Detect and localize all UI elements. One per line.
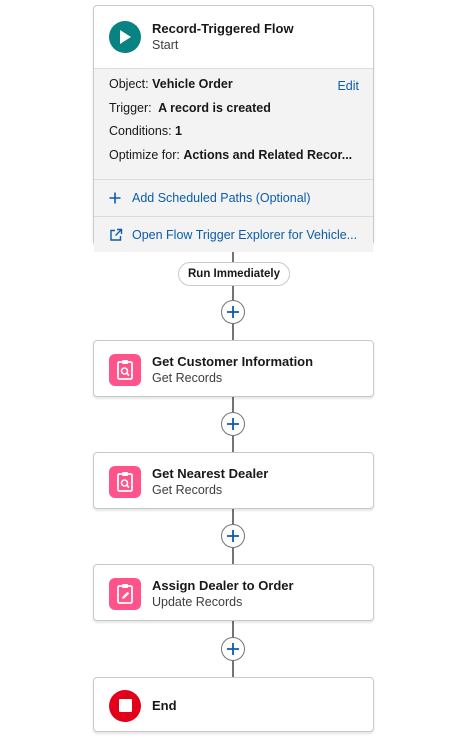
add-element-button[interactable] (221, 637, 245, 661)
end-element-card[interactable]: End (93, 677, 374, 732)
update-records-icon (109, 577, 141, 610)
add-element-button[interactable] (221, 300, 245, 324)
trigger-row: Trigger: A record is created (94, 97, 359, 121)
plus-icon (109, 192, 125, 204)
element-type: Update Records (152, 594, 243, 609)
start-details: Object: Vehicle Order Trigger: A record … (94, 69, 373, 179)
optimize-row: Optimize for: Actions and Related Recor.… (94, 144, 359, 168)
end-title: End (152, 698, 177, 713)
get-records-icon (109, 465, 141, 498)
start-element-header[interactable]: Record-Triggered Flow Start (94, 6, 373, 68)
plus-icon (227, 306, 239, 318)
plus-icon (227, 530, 239, 542)
open-trigger-explorer-link[interactable]: Open Flow Trigger Explorer for Vehicle..… (94, 217, 373, 252)
open-trigger-explorer-label: Open Flow Trigger Explorer for Vehicle..… (132, 227, 358, 242)
element-type: Get Records (152, 370, 223, 385)
start-element-card[interactable]: Record-Triggered Flow Start Edit Object:… (93, 5, 374, 252)
object-value: Vehicle Order (152, 77, 233, 91)
object-label: Object: (109, 77, 149, 91)
conditions-row: Conditions: 1 (94, 120, 359, 144)
add-element-button[interactable] (221, 412, 245, 436)
trigger-value: A record is created (158, 100, 271, 115)
conditions-label: Conditions: (109, 124, 172, 138)
get-customer-information-card[interactable]: Get Customer Information Get Records (93, 340, 374, 397)
element-title: Get Nearest Dealer (152, 465, 269, 481)
get-nearest-dealer-card[interactable]: Get Nearest Dealer Get Records (93, 452, 374, 509)
object-row: Object: Vehicle Order (94, 73, 359, 97)
optimize-label: Optimize for: (109, 147, 180, 162)
element-type: Get Records (152, 482, 223, 497)
flow-canvas: Record-Triggered Flow Start Edit Object:… (0, 0, 462, 754)
get-records-icon (109, 353, 141, 386)
conditions-value: 1 (175, 124, 182, 138)
optimize-value: Actions and Related Recor... (183, 147, 353, 162)
run-immediately-path-label[interactable]: Run Immediately (178, 262, 290, 286)
connector-line (232, 245, 234, 340)
plus-icon (227, 418, 239, 430)
element-title: Get Customer Information (152, 353, 314, 369)
add-scheduled-paths-link[interactable]: Add Scheduled Paths (Optional) (94, 180, 373, 216)
element-title: Assign Dealer to Order (152, 577, 294, 593)
start-title: Record-Triggered Flow (152, 21, 294, 36)
start-play-icon (109, 21, 141, 53)
add-scheduled-paths-label: Add Scheduled Paths (Optional) (132, 191, 311, 205)
trigger-label: Trigger: (109, 100, 152, 115)
start-subtitle: Start (152, 38, 179, 52)
external-link-icon (109, 228, 125, 242)
stop-icon (109, 689, 141, 722)
add-element-button[interactable] (221, 524, 245, 548)
plus-icon (227, 643, 239, 655)
assign-dealer-to-order-card[interactable]: Assign Dealer to Order Update Records (93, 564, 374, 621)
